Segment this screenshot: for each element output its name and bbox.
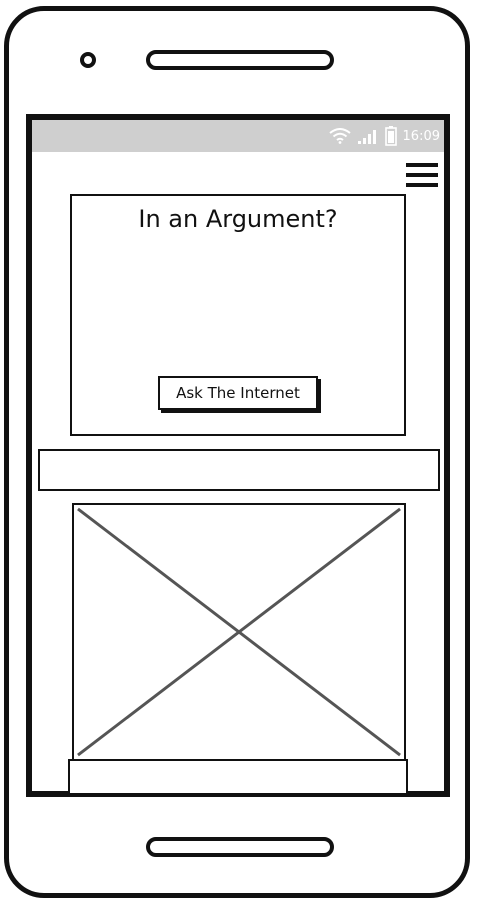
home-button[interactable] <box>146 837 334 857</box>
image-placeholder-icon <box>77 507 401 757</box>
ask-the-internet-button[interactable]: Ask The Internet <box>158 376 318 410</box>
wifi-icon <box>328 128 351 144</box>
speaker-slot <box>146 50 334 70</box>
camera-icon <box>80 52 96 68</box>
status-time: 16:09 <box>402 128 440 144</box>
content-bar <box>38 449 440 491</box>
hero-title: In an Argument? <box>138 205 338 233</box>
battery-icon <box>384 126 397 146</box>
signal-icon <box>357 130 376 144</box>
image-placeholder <box>72 503 406 761</box>
status-icons: 16:09 <box>328 124 440 148</box>
hamburger-menu-icon[interactable] <box>406 162 438 188</box>
bottom-bar <box>68 759 408 795</box>
